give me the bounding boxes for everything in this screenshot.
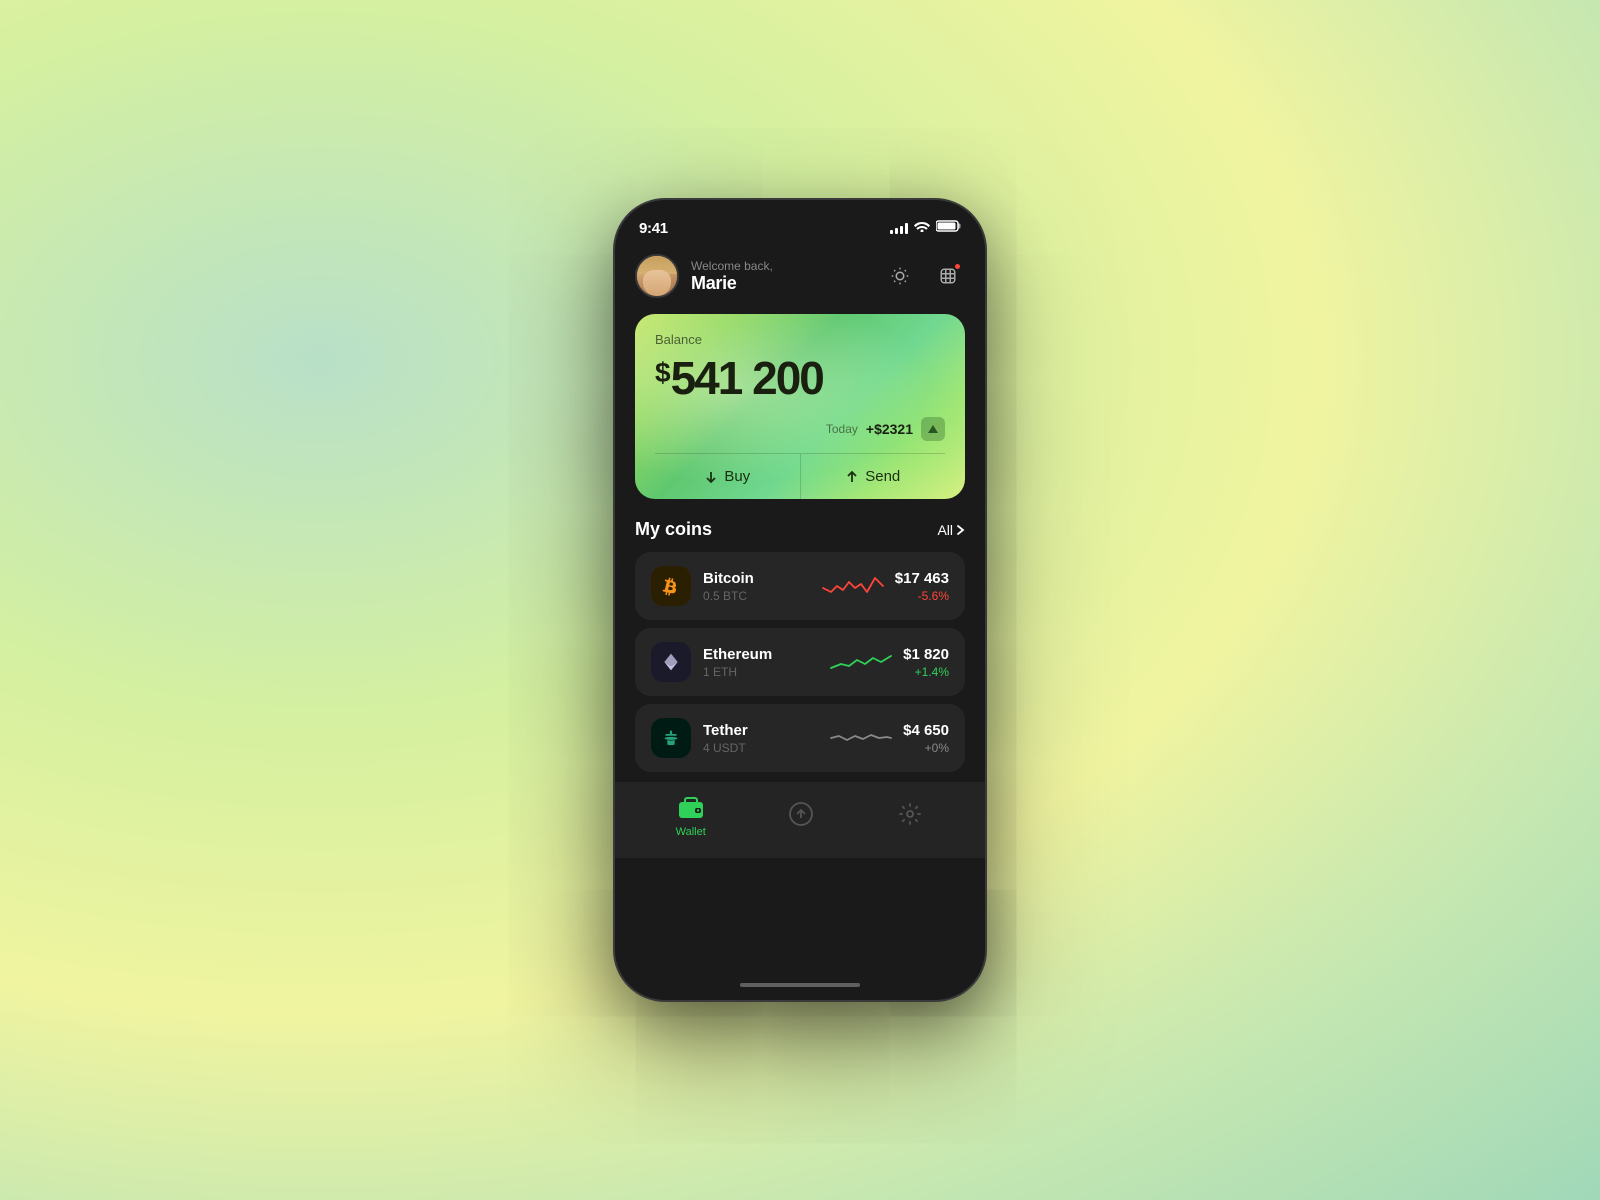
notch (735, 200, 865, 228)
balance-dollar-sign: $ (655, 357, 669, 389)
coin-price-eth: $1 820 +1.4% (903, 646, 949, 679)
coin-amount-btc: 0.5 BTC (703, 589, 811, 603)
coin-value-btc: $17 463 (895, 570, 949, 587)
coin-chart-usdt (831, 720, 891, 756)
coin-amount-eth: 1 ETH (703, 665, 819, 679)
today-label: Today (826, 422, 858, 436)
my-coins-title: My coins (635, 519, 712, 540)
coin-name-btc: Bitcoin (703, 570, 811, 587)
header-actions (883, 259, 965, 293)
settings-icon (896, 800, 924, 828)
buy-button[interactable]: Buy (655, 454, 801, 499)
eth-icon (651, 642, 691, 682)
balance-amount: $ 541 200 (655, 351, 945, 405)
status-time: 9:41 (639, 220, 668, 237)
card-actions: Buy Send (655, 453, 945, 499)
coin-change-eth: +1.4% (903, 665, 949, 679)
coin-change-usdt: +0% (903, 741, 949, 755)
avatar[interactable] (635, 254, 679, 298)
phone-shell: 9:41 (615, 200, 985, 1000)
list-item[interactable]: Bitcoin 0.5 BTC $17 463 -5.6% (635, 552, 965, 620)
coin-chart-eth (831, 644, 891, 680)
greeting-name: Marie (691, 273, 773, 294)
today-amount: +$2321 (866, 421, 913, 437)
btc-icon (651, 566, 691, 606)
header-left: Welcome back, Marie (635, 254, 773, 298)
wallet-icon (677, 794, 705, 822)
balance-label: Balance (655, 332, 945, 347)
coin-info-usdt: Tether 4 USDT (703, 722, 819, 755)
home-indicator (615, 970, 985, 1000)
coin-price-usdt: $4 650 +0% (903, 722, 949, 755)
send-icon (787, 800, 815, 828)
notifications-button[interactable] (931, 259, 965, 293)
coin-value-usdt: $4 650 (903, 722, 949, 739)
status-icons (890, 219, 961, 237)
nav-wallet-label: Wallet (676, 826, 706, 838)
coin-name-eth: Ethereum (703, 646, 819, 663)
battery-icon (936, 219, 961, 237)
balance-card: Balance $ 541 200 Today +$2321 (635, 314, 965, 499)
wifi-icon (914, 219, 930, 237)
header: Welcome back, Marie (635, 244, 965, 314)
phone-content: Welcome back, Marie (615, 244, 985, 970)
nav-settings[interactable] (896, 800, 924, 832)
balance-today: Today +$2321 (655, 417, 945, 441)
all-coins-button[interactable]: All (937, 522, 965, 538)
balance-value: 541 200 (671, 351, 823, 405)
coin-change-btc: -5.6% (895, 589, 949, 603)
coins-list: Bitcoin 0.5 BTC $17 463 -5.6% (635, 552, 965, 772)
signal-icon (890, 222, 908, 234)
trend-up-badge (921, 417, 945, 441)
list-item[interactable]: Tether 4 USDT $4 650 +0% (635, 704, 965, 772)
coin-value-eth: $1 820 (903, 646, 949, 663)
my-coins-header: My coins All (635, 519, 965, 540)
nav-wallet[interactable]: Wallet (676, 794, 706, 838)
list-item[interactable]: Ethereum 1 ETH $1 820 +1.4% (635, 628, 965, 696)
coin-price-btc: $17 463 -5.6% (895, 570, 949, 603)
usdt-icon (651, 718, 691, 758)
coin-info-eth: Ethereum 1 ETH (703, 646, 819, 679)
send-label: Send (865, 468, 900, 485)
greeting: Welcome back, Marie (691, 259, 773, 294)
coin-chart-btc (823, 568, 883, 604)
coin-amount-usdt: 4 USDT (703, 741, 819, 755)
theme-button[interactable] (883, 259, 917, 293)
notification-dot (954, 263, 961, 270)
send-button[interactable]: Send (801, 454, 946, 499)
bottom-nav: Wallet (615, 782, 985, 858)
buy-label: Buy (724, 468, 750, 485)
nav-send[interactable] (787, 800, 815, 832)
coin-name-usdt: Tether (703, 722, 819, 739)
greeting-subtitle: Welcome back, (691, 259, 773, 273)
all-label: All (937, 522, 953, 538)
coin-info-btc: Bitcoin 0.5 BTC (703, 570, 811, 603)
home-bar (740, 983, 860, 987)
